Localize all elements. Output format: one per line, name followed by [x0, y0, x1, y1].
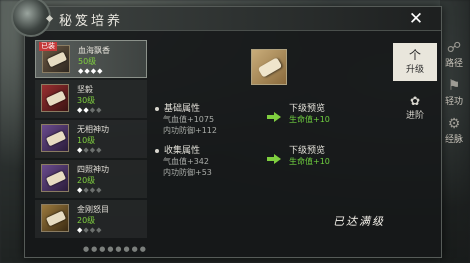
- star-icon: ◆: [96, 106, 103, 114]
- upgrade-icon: 个: [408, 48, 421, 62]
- collect-attr-line: 气血值+342: [163, 157, 209, 166]
- bag-icon[interactable]: ⚑ 轻功: [442, 78, 466, 114]
- arrow-right-icon: [267, 112, 281, 122]
- manual-level: 10级: [77, 136, 96, 145]
- manual-thumbnail: [41, 124, 69, 152]
- manual-thumbnail: [41, 84, 69, 112]
- manual-thumbnail: [41, 164, 69, 192]
- equipped-badge: 已装: [39, 42, 57, 51]
- tab-label: 进阶: [405, 111, 424, 121]
- basic-attr-line: 气血值+1075: [163, 115, 215, 124]
- list-item[interactable]: 金刚怒目 20级 ◆◆◆◆: [35, 200, 147, 238]
- scroll-icon: [45, 130, 67, 147]
- list-page-dots: ●●●●●●●●: [83, 245, 148, 253]
- manual-level: 30级: [77, 96, 96, 105]
- manual-thumbnail: [41, 204, 69, 232]
- scroll-icon: [46, 51, 68, 68]
- basic-preview-header: 下级预览: [289, 104, 326, 114]
- scroll-icon: [45, 170, 67, 187]
- star-rating: ◆◆◆◆: [77, 226, 103, 234]
- collect-attr-line: 内功防御+53: [163, 168, 212, 177]
- side-hud: ☍ 路径 ⚑ 轻功 ⚙ 经脉: [440, 0, 470, 263]
- scroll-icon: [257, 57, 283, 78]
- star-rating: ◆◆◆◆: [77, 186, 103, 194]
- manual-name: 四照神功: [77, 165, 109, 174]
- advance-icon: ✿: [409, 94, 421, 108]
- manual-name: 坚毅: [77, 85, 93, 94]
- max-level-seal: 已达满级: [314, 211, 404, 233]
- star-icon: ◆: [96, 226, 103, 234]
- tab-column: 个 升级 ✿ 进阶: [393, 43, 437, 153]
- star-icon: ◆: [96, 186, 103, 194]
- star-icon: ◆: [97, 67, 104, 75]
- scroll-icon: [45, 210, 67, 227]
- star-rating: ◆◆◆◆: [77, 146, 103, 154]
- basic-preview-value: 生命值+10: [289, 115, 330, 124]
- manual-name: 血海飘香: [78, 46, 110, 55]
- tab-label: 升级: [405, 65, 424, 75]
- list-item[interactable]: 已装 血海飘香 50级 ◆◆◆◆: [35, 40, 147, 78]
- list-item[interactable]: 四照神功 20级 ◆◆◆◆: [35, 160, 147, 198]
- manual-list[interactable]: 已装 血海飘香 50级 ◆◆◆◆ 坚毅 30级 ◆◆◆◆ 无相神功 10级 ◆◆◆◆ 四照神功 20级…: [35, 40, 147, 240]
- star-icon: ◆: [96, 146, 103, 154]
- manual-level: 20级: [77, 176, 96, 185]
- scroll-icon: [45, 90, 67, 107]
- manual-name: 金刚怒目: [77, 205, 109, 214]
- tab-upgrade[interactable]: 个 升级: [393, 43, 437, 81]
- star-rating: ◆◆◆◆: [78, 67, 104, 75]
- manual-name: 无相神功: [77, 125, 109, 134]
- path-icon[interactable]: ☍ 路径: [442, 40, 466, 76]
- gear-icon[interactable]: ⚙ 经脉: [442, 116, 466, 152]
- close-button[interactable]: ✕: [405, 9, 427, 31]
- list-item[interactable]: 无相神功 10级 ◆◆◆◆: [35, 120, 147, 158]
- secret-manual-panel: 秘笈培养 ✕ 已装 血海飘香 50级 ◆◆◆◆ 坚毅 30级 ◆◆◆◆ 无相神功 10级 ◆◆◆◆…: [11, 0, 442, 258]
- basic-attr-line: 内功防御+112: [163, 126, 217, 135]
- collect-preview-header: 下级预览: [289, 146, 326, 156]
- panel-title: 秘笈培养: [59, 14, 124, 29]
- manual-level: 20级: [77, 216, 96, 225]
- arrow-right-icon: [267, 154, 281, 164]
- manual-level: 50级: [78, 57, 97, 66]
- star-rating: ◆◆◆◆: [77, 106, 103, 114]
- detail-area: 基础属性 气血值+1075 内功防御+112 下级预览 生命值+10 收集属性 …: [155, 35, 404, 253]
- collect-attributes-header: 收集属性: [155, 143, 200, 156]
- selected-manual-icon: [251, 49, 287, 85]
- tab-advance[interactable]: ✿ 进阶: [393, 89, 437, 127]
- collect-preview-value: 生命值+10: [289, 157, 330, 166]
- list-item[interactable]: 坚毅 30级 ◆◆◆◆: [35, 80, 147, 118]
- title-bar: 秘笈培养 ✕: [11, 0, 441, 37]
- basic-attributes-header: 基础属性: [155, 101, 200, 114]
